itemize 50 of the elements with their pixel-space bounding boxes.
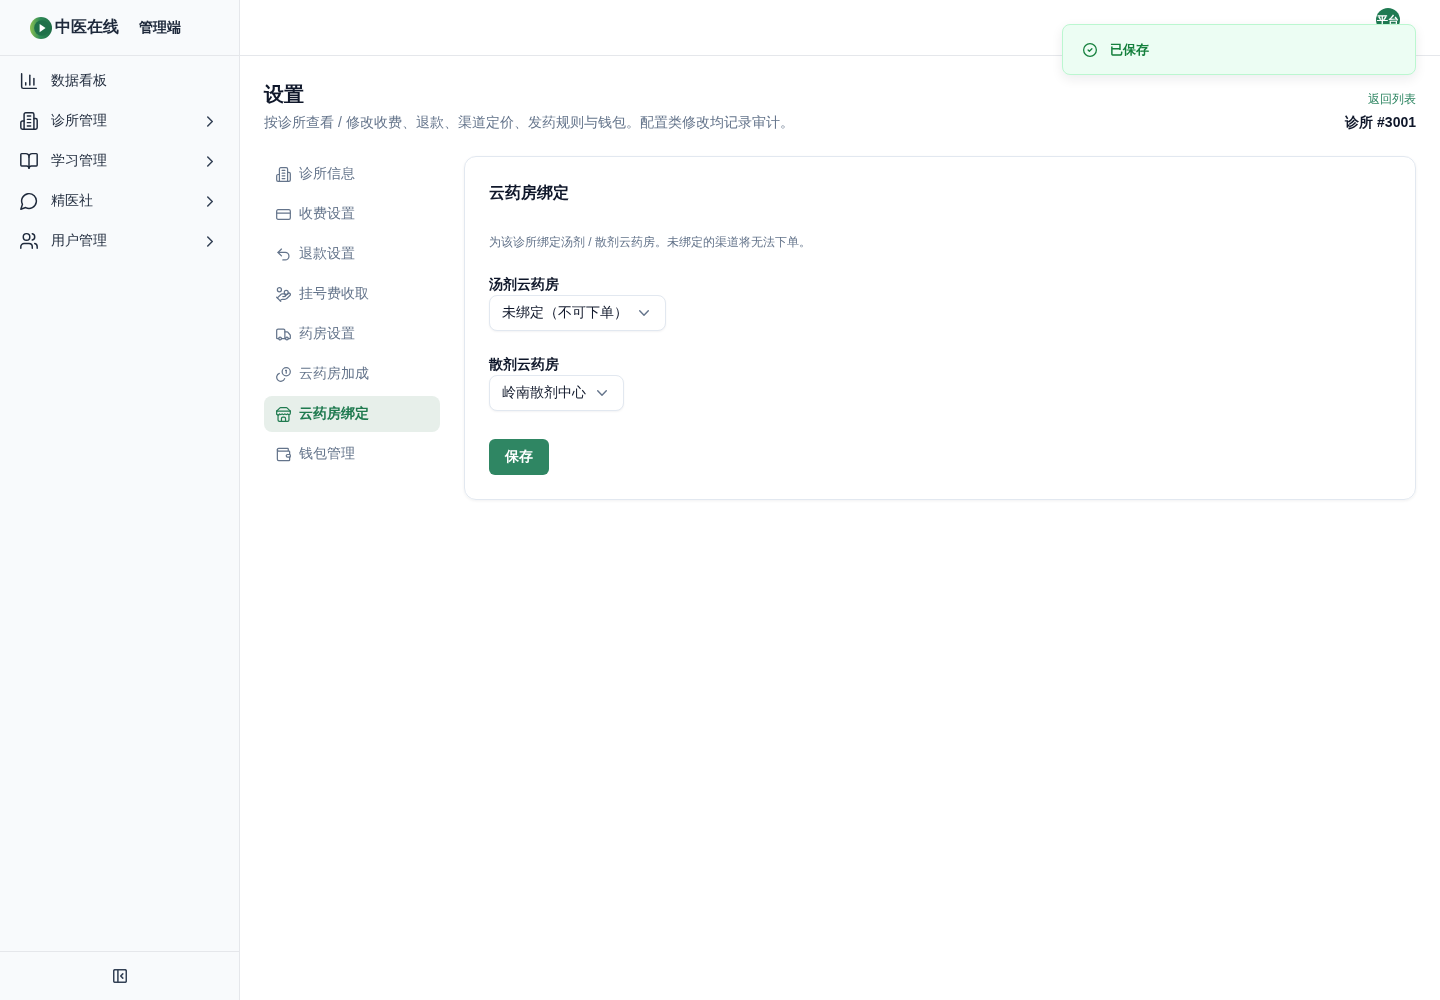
- logo-icon: [30, 16, 52, 39]
- hand-coins-icon: [276, 286, 291, 302]
- settings-nav-item[interactable]: 挂号费收取: [264, 276, 440, 312]
- field-label: 散剂云药房: [489, 355, 559, 374]
- settings-nav-item[interactable]: 钱包管理: [264, 436, 440, 472]
- brand-name: 中医在线: [55, 17, 119, 37]
- brand-subtitle: 管理端: [139, 18, 181, 37]
- sidebar-item[interactable]: 用户管理: [11, 223, 228, 259]
- building-icon: [20, 112, 38, 130]
- users-icon: [20, 232, 38, 250]
- wallet-icon: [276, 446, 291, 462]
- sidebar-item[interactable]: 数据看板: [11, 63, 228, 99]
- chevron-right-icon: [207, 155, 213, 167]
- bar-chart-icon: [20, 72, 38, 90]
- sidebar-item[interactable]: 精医社: [11, 183, 228, 219]
- building-icon: [276, 166, 291, 182]
- speech-bubble-icon: [20, 192, 38, 210]
- book-icon: [20, 152, 38, 170]
- sidebar-item[interactable]: 诊所管理: [11, 103, 228, 139]
- page-title: 设置: [264, 82, 305, 107]
- card-title: 云药房绑定: [489, 183, 570, 203]
- settings-nav-item[interactable]: 云药房加成: [264, 356, 440, 392]
- toast-message: 已保存: [1110, 40, 1149, 59]
- coins-icon: [276, 366, 291, 382]
- chevron-right-icon: [207, 195, 213, 207]
- chevron-down-icon: [597, 390, 607, 396]
- settings-nav-item[interactable]: 收费设置: [264, 196, 440, 232]
- settings-nav-item[interactable]: 云药房绑定: [264, 396, 440, 432]
- page-subtitle: 按诊所查看 / 修改收费、退款、渠道定价、发药规则与钱包。配置类修改均记录审计。: [264, 113, 794, 132]
- collapse-sidebar-button[interactable]: [112, 969, 127, 983]
- check-circle-icon: [1083, 42, 1097, 57]
- back-to-list-link[interactable]: 返回列表: [1368, 91, 1416, 107]
- settings-nav-item[interactable]: 诊所信息: [264, 156, 440, 192]
- save-button[interactable]: 保存: [489, 439, 549, 475]
- pharmacy-select[interactable]: 未绑定（不可下单）: [489, 295, 666, 331]
- settings-nav-item[interactable]: 退款设置: [264, 236, 440, 272]
- pharmacy-select[interactable]: 岭南散剂中心: [489, 375, 624, 411]
- field-label: 汤剂云药房: [489, 275, 559, 294]
- sidebar-item[interactable]: 学习管理: [11, 143, 228, 179]
- store-icon: [276, 406, 291, 422]
- chevron-right-icon: [207, 115, 213, 127]
- card-description: 为该诊所绑定汤剂 / 散剂云药房。未绑定的渠道将无法下单。: [489, 234, 812, 251]
- chevron-down-icon: [639, 310, 649, 316]
- settings-nav-item[interactable]: 药房设置: [264, 316, 440, 352]
- chevron-right-icon: [207, 235, 213, 247]
- credit-card-icon: [276, 206, 291, 222]
- truck-icon: [276, 326, 291, 342]
- undo-arrow-icon: [276, 246, 291, 262]
- panel-collapse-icon: [112, 969, 127, 983]
- clinic-id: 诊所 #3001: [1345, 113, 1416, 132]
